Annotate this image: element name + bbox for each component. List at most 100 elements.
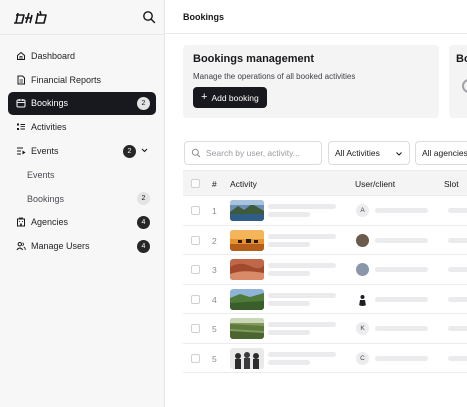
table-row[interactable]: 3 (183, 255, 467, 285)
column-header-slot[interactable]: Slot (444, 179, 459, 189)
main-content: Bookings Bookings management Manage the … (166, 0, 467, 407)
placeholder-line (268, 271, 310, 276)
row-checkbox[interactable] (191, 265, 200, 274)
placeholder-line (268, 292, 336, 298)
avatar (356, 233, 369, 247)
sidebar-item-label: Activities (31, 122, 67, 133)
count-badge: 2 (137, 192, 150, 206)
file-report-icon (15, 74, 26, 85)
chevron-down-icon (396, 152, 402, 156)
row-checkbox[interactable] (191, 324, 200, 333)
placeholder-line (268, 359, 310, 365)
avatar: K (356, 322, 369, 335)
sidebar-subitem-events[interactable]: Events (8, 163, 156, 187)
avatar: A (356, 204, 369, 217)
activities-select-value: All Activities (335, 148, 380, 158)
column-header-number: # (212, 179, 217, 189)
logo[interactable] (14, 9, 48, 25)
sidebar: Dashboard Financial Reports Bookings 2 A… (0, 0, 165, 407)
table-row[interactable]: 1 A (183, 196, 467, 226)
table-row[interactable]: 2 (183, 226, 467, 255)
chevron-down-icon[interactable] (140, 146, 149, 155)
home-icon (15, 50, 26, 61)
plus-icon: + (201, 91, 208, 103)
table-row[interactable]: 5 C (183, 344, 467, 373)
search-icon (191, 148, 201, 158)
activity-thumbnail (230, 318, 264, 339)
ring-icon (462, 79, 467, 93)
placeholder-line (375, 326, 428, 331)
placeholder-line (268, 263, 336, 268)
activity-thumbnail (230, 200, 264, 221)
row-checkbox[interactable] (191, 206, 200, 215)
sidebar-nav: Dashboard Financial Reports Bookings 2 A… (8, 44, 156, 258)
search-input[interactable] (206, 148, 316, 158)
placeholder-line (268, 204, 336, 209)
placeholder-line (448, 267, 467, 272)
row-checkbox[interactable] (191, 235, 200, 245)
placeholder-line (448, 208, 467, 213)
select-all-checkbox[interactable] (191, 179, 200, 188)
placeholder-line (375, 208, 428, 213)
secondary-card: Bo (449, 45, 467, 118)
count-badge: 2 (137, 97, 150, 111)
table-row[interactable]: 4 (183, 285, 467, 314)
building-icon (15, 217, 26, 228)
avatar (356, 263, 369, 276)
agencies-select-value: All agencies (422, 148, 467, 158)
sidebar-subitem-bookings[interactable]: Bookings 2 (8, 187, 156, 211)
sidebar-item-events[interactable]: Events 2 (8, 139, 156, 163)
placeholder-line (268, 351, 336, 357)
activity-thumbnail (230, 288, 264, 310)
sidebar-item-label: Bookings (27, 193, 65, 204)
count-badge: 2 (123, 144, 136, 158)
column-header-user[interactable]: User/client (355, 179, 395, 189)
row-number: 1 (212, 206, 217, 216)
placeholder-line (268, 322, 336, 327)
page-header: Bookings (166, 0, 467, 34)
placeholder-line (268, 330, 310, 335)
sidebar-item-dashboard[interactable]: Dashboard (8, 44, 156, 68)
secondary-card-title: Bo (456, 53, 467, 65)
sidebar-item-agencies[interactable]: Agencies 4 (8, 211, 156, 235)
table-header: # Activity User/client Slot (183, 170, 467, 196)
row-checkbox[interactable] (191, 294, 200, 304)
sidebar-item-label: Financial Reports (31, 74, 102, 85)
sidebar-item-activities[interactable]: Activities (8, 115, 156, 139)
placeholder-line (268, 212, 310, 217)
sidebar-divider (0, 34, 165, 35)
placeholder-line (448, 237, 467, 243)
avatar: C (356, 351, 369, 365)
list-play-icon (15, 146, 26, 157)
placeholder-line (448, 296, 467, 302)
search-field[interactable] (184, 141, 322, 165)
card-description: Manage the operations of all booked acti… (193, 72, 356, 81)
activity-thumbnail (230, 229, 264, 251)
card-title: Bookings management (193, 53, 315, 65)
page-title: Bookings (183, 11, 225, 22)
management-card: Bookings management Manage the operation… (183, 45, 439, 118)
list-icon (15, 122, 26, 133)
sidebar-item-financial-reports[interactable]: Financial Reports (8, 68, 156, 92)
column-header-activity[interactable]: Activity (230, 179, 257, 189)
add-booking-button[interactable]: + Add booking (193, 87, 267, 108)
agencies-select[interactable]: All agencies (415, 141, 467, 165)
row-number: 3 (212, 265, 217, 275)
row-number: 5 (212, 353, 217, 364)
row-checkbox[interactable] (191, 353, 200, 363)
sidebar-item-label: Dashboard (31, 50, 76, 61)
sidebar-item-label: Events (31, 146, 59, 157)
placeholder-line (268, 241, 310, 247)
table-row[interactable]: 5 K (183, 314, 467, 344)
search-icon[interactable] (142, 10, 156, 24)
sidebar-item-manage-users[interactable]: Manage Users 4 (8, 234, 156, 258)
activity-thumbnail (230, 347, 264, 369)
placeholder-line (375, 267, 428, 272)
placeholder-line (375, 237, 428, 243)
count-badge: 4 (137, 239, 150, 253)
activities-select[interactable]: All Activities (328, 141, 410, 165)
bookings-table: # Activity User/client Slot 1 A 2 3 4 5 … (183, 170, 467, 373)
sidebar-item-label: Events (27, 169, 55, 180)
placeholder-line (375, 355, 428, 361)
sidebar-item-bookings[interactable]: Bookings 2 (8, 91, 156, 116)
